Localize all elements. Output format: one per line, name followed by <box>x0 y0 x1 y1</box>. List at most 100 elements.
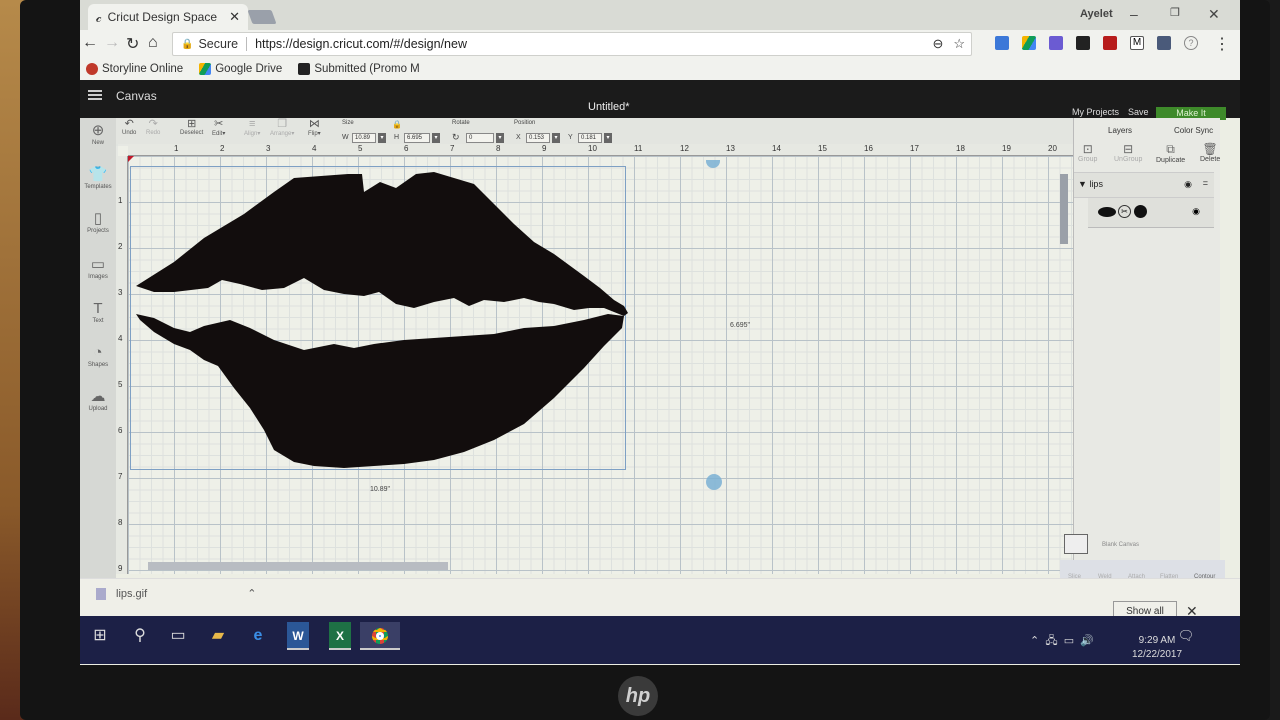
close-window-icon[interactable]: ✕ <box>1208 6 1220 23</box>
layer-item-lips[interactable]: ✂ ◉ <box>1088 198 1214 228</box>
cloud-extension-icon[interactable] <box>1076 36 1090 50</box>
sidebar-item-templates[interactable]: 👕 Templates <box>80 166 116 190</box>
url-text[interactable]: https://design.cricut.com/#/design/new <box>255 37 467 51</box>
canvas-vertical-scrollbar[interactable] <box>1060 174 1068 244</box>
undo-button[interactable]: ↶ Undo <box>122 118 136 136</box>
bookmark-submitted[interactable]: Submitted (Promo M <box>298 63 420 75</box>
profile-name[interactable]: Ayelet <box>1080 8 1113 20</box>
chrome-icon[interactable] <box>360 622 400 650</box>
sidebar-item-projects[interactable]: ▯ Projects <box>80 210 116 234</box>
flip-dropdown[interactable]: ⋈ Flip▾ <box>308 118 321 137</box>
download-options-chevron-icon[interactable]: ⌃ <box>247 587 256 600</box>
cut-scissors-icon[interactable]: ✂ <box>1118 205 1131 218</box>
new-tab-button[interactable] <box>247 10 277 24</box>
resize-handle[interactable] <box>706 474 722 490</box>
duplicate-button[interactable]: ⧉ Duplicate <box>1156 142 1185 164</box>
my-projects-link[interactable]: My Projects <box>1072 107 1119 117</box>
word-icon[interactable]: W <box>287 622 309 650</box>
forward-icon[interactable]: → <box>104 34 120 52</box>
sidebar-item-text[interactable]: T Text <box>80 300 116 324</box>
sidebar-item-new[interactable]: ⊕ New <box>80 122 116 146</box>
rotate-handle[interactable] <box>706 160 720 168</box>
visibility-eye-icon[interactable]: ◉ <box>1184 179 1192 190</box>
file-explorer-icon[interactable]: ▰ <box>198 622 238 650</box>
reload-icon[interactable]: ↻ <box>126 34 139 54</box>
width-input[interactable]: 10.89 <box>352 133 376 143</box>
document-title: Untitled* <box>588 101 630 113</box>
bookmark-storyline-online[interactable]: Storyline Online <box>86 63 183 75</box>
layer-visibility-eye-icon[interactable]: ◉ <box>1192 206 1200 217</box>
google-drive-icon[interactable] <box>1022 36 1036 50</box>
redo-button[interactable]: ↷ Redo <box>146 118 160 136</box>
align-dropdown[interactable]: ≡ Align▾ <box>244 118 260 137</box>
address-bar[interactable]: 🔒 Secure https://design.cricut.com/#/des… <box>172 32 972 56</box>
design-canvas[interactable]: 1 2 3 4 5 6 7 8 9 10 11 12 13 14 15 16 17 18 19 20 12345678… <box>116 144 1073 574</box>
internet-explorer-icon[interactable]: e <box>238 622 278 650</box>
sidebar-item-images[interactable]: ▭ Images <box>80 256 116 280</box>
rotate-stepper[interactable]: ▾ <box>496 133 504 143</box>
width-stepper[interactable]: ▾ <box>378 133 386 143</box>
browser-tab[interactable]: 𝒸 Cricut Design Space ✕ <box>88 4 248 30</box>
home-icon[interactable]: ⌂ <box>148 34 158 52</box>
group-button[interactable]: ⊡ Group <box>1078 142 1097 163</box>
red-book-icon[interactable] <box>1103 36 1117 50</box>
pocket-icon[interactable] <box>1157 36 1171 50</box>
rotate-input[interactable]: 0 <box>466 133 494 143</box>
tab-color-sync[interactable]: Color Sync <box>1174 126 1213 135</box>
y-position-stepper[interactable]: ▾ <box>604 133 612 143</box>
tab-layers[interactable]: Layers <box>1108 126 1132 135</box>
save-link[interactable]: Save <box>1128 107 1149 117</box>
h-ruler-tick: 13 <box>726 144 735 153</box>
collapse-triangle-icon[interactable]: ▼ <box>1078 179 1087 189</box>
back-icon[interactable]: ← <box>82 34 98 52</box>
restore-icon[interactable]: ❐ <box>1170 6 1180 19</box>
screen: 𝒸 Cricut Design Space ✕ Ayelet – ❐ ✕ ← →… <box>80 0 1240 665</box>
google-translate-icon[interactable] <box>995 36 1009 50</box>
chrome-menu-icon[interactable]: ⋮ <box>1214 34 1230 54</box>
clock-date: 12/22/2017 <box>1132 649 1183 660</box>
height-stepper[interactable]: ▾ <box>432 133 440 143</box>
sidebar-item-shapes[interactable]: ◔ Shapes <box>80 344 116 368</box>
search-icon[interactable]: ⚲ <box>120 622 160 650</box>
system-tray[interactable]: ⌃ 🖧 ▭ 🔊 <box>1030 632 1094 651</box>
layer-menu-icon[interactable]: = <box>1203 178 1208 188</box>
delete-button[interactable]: 🗑 Delete <box>1200 142 1220 163</box>
address-row: ← → ↻ ⌂ 🔒 Secure https://design.cricut.c… <box>80 30 1240 58</box>
color-swatch-icon[interactable] <box>1134 205 1147 218</box>
deselect-button[interactable]: ⊞ Deselect <box>180 118 203 136</box>
x-position-stepper[interactable]: ▾ <box>552 133 560 143</box>
help-icon[interactable]: ? <box>1184 36 1198 50</box>
action-center-icon[interactable]: 🗨 <box>1166 622 1206 650</box>
ungroup-button[interactable]: ⊟ UnGroup <box>1114 142 1142 163</box>
blank-canvas-swatch[interactable] <box>1064 534 1088 554</box>
y-position-input[interactable]: 0.181 <box>578 133 602 143</box>
layer-group-lips[interactable]: ▼ lips ◉ = <box>1074 172 1214 198</box>
zoom-out-icon[interactable]: ⊖ <box>932 36 943 52</box>
storyline-icon <box>86 63 98 75</box>
bookmark-google-drive[interactable]: Google Drive <box>199 63 282 75</box>
height-input[interactable]: 6.695 <box>404 133 430 143</box>
excel-icon[interactable]: X <box>329 622 351 650</box>
lock-aspect-icon[interactable]: 🔒 <box>392 120 402 129</box>
edit-dropdown[interactable]: ✂ Edit▾ <box>212 118 225 137</box>
gmail-icon[interactable]: M <box>1130 36 1144 50</box>
arrange-dropdown[interactable]: ❐ Arrange▾ <box>270 118 294 137</box>
hamburger-menu-icon[interactable] <box>88 90 102 100</box>
align-icon: ≡ <box>248 118 256 130</box>
lock-icon: 🔒 <box>181 38 194 50</box>
lips-image[interactable] <box>134 168 630 470</box>
x-position-input[interactable]: 0.153 <box>526 133 550 143</box>
download-filename: lips.gif <box>116 587 148 600</box>
sidebar-item-upload[interactable]: ☁ Upload <box>80 388 116 412</box>
image-icon: ▭ <box>90 256 106 273</box>
tshirt-icon: 👕 <box>88 166 108 183</box>
download-item[interactable]: lips.gif ⌃ <box>96 587 256 600</box>
bookmarks-bar: Storyline Online Google Drive Submitted … <box>80 58 1240 80</box>
minimize-icon[interactable]: – <box>1130 6 1138 22</box>
bookmark-star-icon[interactable]: ☆ <box>953 36 965 52</box>
task-view-icon[interactable]: ▭ <box>158 622 198 650</box>
tab-close-icon[interactable]: ✕ <box>229 9 240 25</box>
canvas-horizontal-scrollbar[interactable] <box>148 562 448 570</box>
fw-extension-icon[interactable] <box>1049 36 1063 50</box>
start-icon[interactable]: ⊞ <box>80 622 120 650</box>
